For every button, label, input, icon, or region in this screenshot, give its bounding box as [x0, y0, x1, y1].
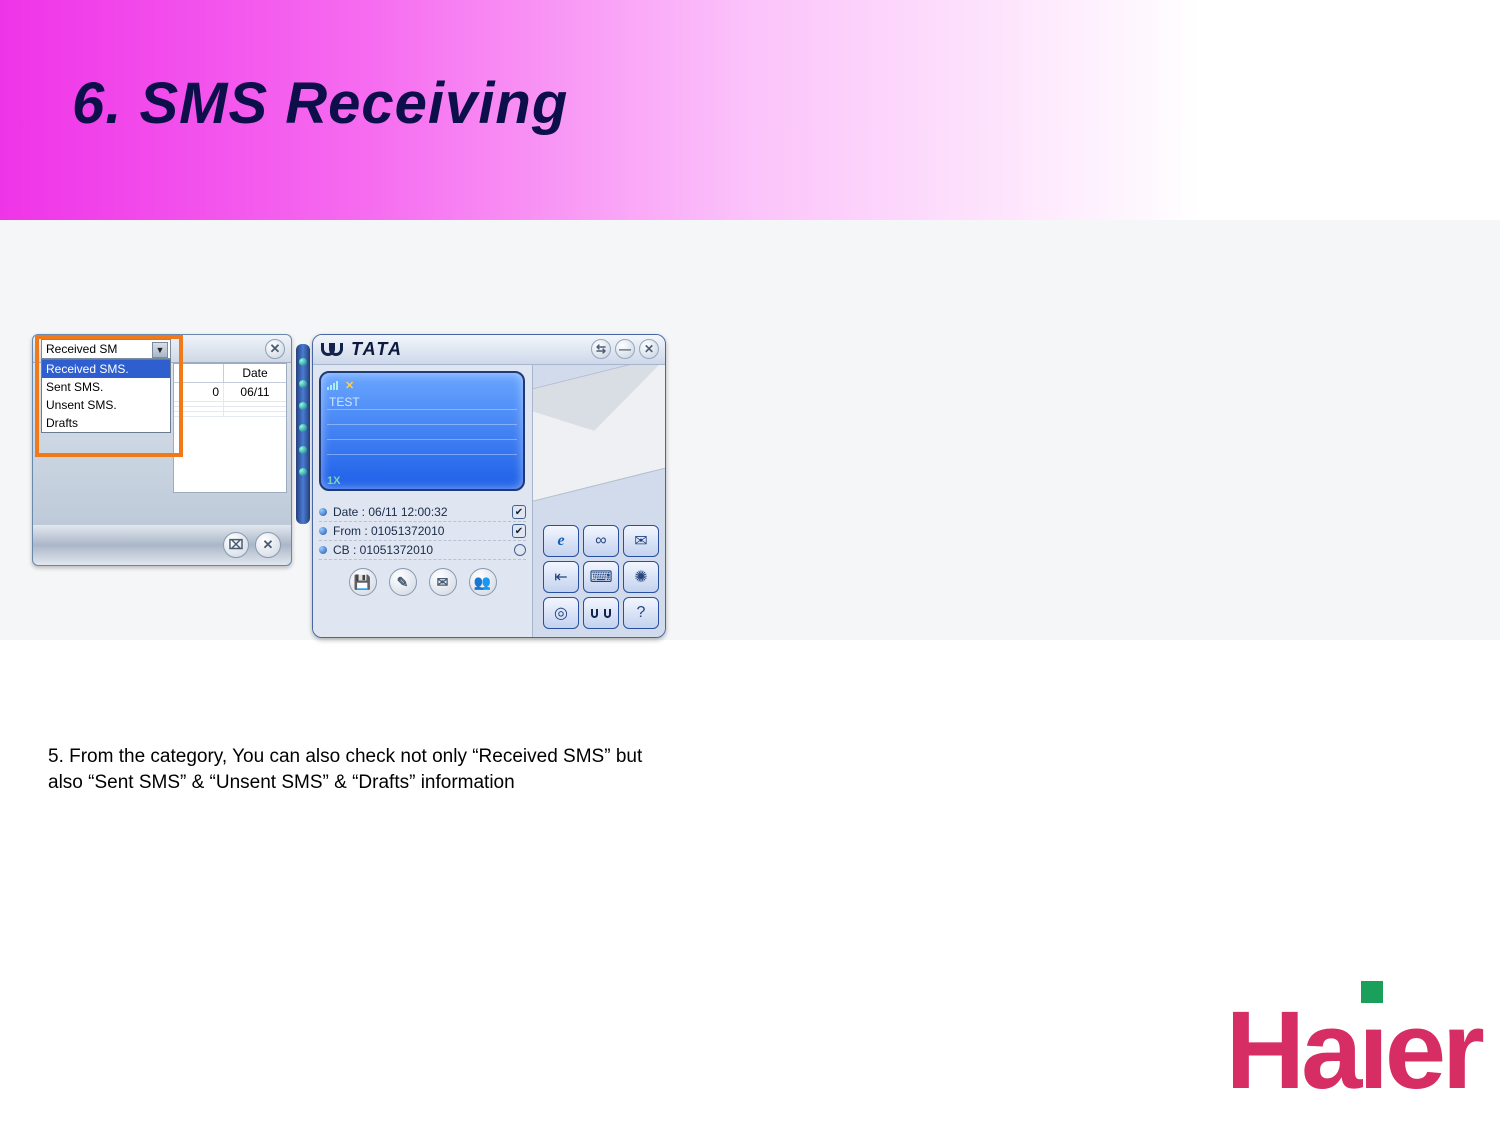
close-button[interactable]: ✕ [639, 339, 659, 359]
dock-dot[interactable] [299, 468, 307, 476]
bullet-icon [319, 527, 327, 535]
inbox-icon[interactable]: ⇤ [543, 561, 579, 593]
haier-logo: H a ı e r [1226, 987, 1500, 1114]
compose-icon[interactable]: ✉ [623, 525, 659, 557]
table-cell-date: 06/11 [224, 383, 286, 401]
bullet-icon [319, 546, 327, 554]
info-row-from: From : 01051372010 ✔ [319, 522, 526, 541]
table-row-empty [174, 412, 286, 417]
message-info-list: Date : 06/11 12:00:32 ✔ From : 010513720… [319, 503, 526, 560]
phone-app-main: ✕ TEST 1X Date : 06/11 12:00:32 ✔ From :… [313, 365, 533, 637]
antenna-off-icon: ✕ [345, 379, 354, 392]
checkbox-checked[interactable]: ✔ [512, 524, 526, 538]
minimize-button[interactable]: — [615, 339, 635, 359]
info-label: From : 01051372010 [333, 524, 506, 538]
haier-logo-h: H [1226, 987, 1301, 1114]
edit-button[interactable]: ✎ [389, 568, 417, 596]
haier-logo-r: r [1442, 987, 1500, 1114]
screen-message: TEST [329, 395, 360, 409]
dropdown-option-received[interactable]: Received SMS. [42, 360, 170, 378]
tata-logo-icon [321, 341, 343, 359]
category-dropdown[interactable]: Received SMS. Sent SMS. Unsent SMS. Draf… [41, 359, 171, 433]
connect-button[interactable]: ⇆ [591, 339, 611, 359]
sms-table: Date 0 06/11 [173, 363, 287, 493]
contact-icon: 👥 [474, 574, 491, 591]
page-title: 6. SMS Receiving [72, 70, 568, 137]
message-actions: 💾 ✎ ✉ 👥 [319, 568, 526, 596]
dock-dot[interactable] [299, 358, 307, 366]
dropdown-option-sent[interactable]: Sent SMS. [42, 378, 170, 396]
table-header-row: Date [174, 364, 286, 383]
delete-all-button[interactable]: ⌧ [223, 532, 249, 558]
dock-dot[interactable] [299, 446, 307, 454]
dock-dot[interactable] [299, 380, 307, 388]
category-combobox[interactable]: Received SM ▼ [41, 339, 171, 359]
camera-icon[interactable]: ◎ [543, 597, 579, 629]
chevron-down-icon[interactable]: ▼ [152, 342, 168, 358]
info-row-date: Date : 06/11 12:00:32 ✔ [319, 503, 526, 522]
dock-dot[interactable] [299, 424, 307, 432]
contact-button[interactable]: 👥 [469, 568, 497, 596]
phone-screen: ✕ TEST 1X [319, 371, 525, 491]
delete-icon: ✕ [263, 537, 274, 553]
tata-icon[interactable] [583, 597, 619, 629]
phone-app-titlebar: TATA ⇆ — ✕ [313, 335, 665, 365]
haier-logo-e: e [1385, 987, 1442, 1114]
app-launcher-grid: e ∞ ✉ ⇤ ⌨ ✺ ◎ ? [543, 525, 659, 629]
close-button[interactable]: ✕ [265, 339, 285, 359]
edit-icon: ✎ [397, 574, 409, 591]
table-header-blank [174, 364, 224, 382]
close-icon: ✕ [644, 342, 654, 356]
checkbox-checked[interactable]: ✔ [512, 505, 526, 519]
sms-category-footer: ⌧ ✕ [33, 525, 291, 565]
bullet-icon [319, 508, 327, 516]
haier-logo-a: a [1301, 987, 1358, 1114]
table-header-date: Date [224, 364, 286, 382]
category-combobox-value: Received SM [46, 342, 117, 356]
phone-app-sidebar: e ∞ ✉ ⇤ ⌨ ✺ ◎ ? [533, 365, 665, 637]
phone-app-window: TATA ⇆ — ✕ ✕ TEST 1X Date : 06/11 12:00:… [312, 334, 666, 638]
save-icon: 💾 [354, 574, 371, 591]
reply-icon: ✉ [437, 574, 449, 591]
minimize-icon: — [619, 342, 631, 356]
signal-icon [327, 380, 341, 390]
delete-button[interactable]: ✕ [255, 532, 281, 558]
delete-all-icon: ⌧ [229, 537, 244, 553]
dropdown-option-unsent[interactable]: Unsent SMS. [42, 396, 170, 414]
info-row-cb: CB : 01051372010 [319, 541, 526, 560]
info-label: Date : 06/11 12:00:32 [333, 505, 506, 519]
close-icon: ✕ [270, 341, 281, 357]
reply-button[interactable]: ✉ [429, 568, 457, 596]
haier-logo-i: ı [1358, 987, 1385, 1114]
info-label: CB : 01051372010 [333, 543, 508, 557]
internet-icon[interactable]: e [543, 525, 579, 557]
dock-dot[interactable] [299, 402, 307, 410]
keypad-icon[interactable]: ⌨ [583, 561, 619, 593]
call-log-icon[interactable]: ∞ [583, 525, 619, 557]
settings-icon[interactable]: ✺ [623, 561, 659, 593]
envelope-art [533, 365, 665, 505]
screen-network-mode: 1X [327, 475, 340, 487]
radio-unchecked[interactable] [514, 544, 526, 556]
table-cell-index: 0 [174, 383, 224, 401]
instruction-text: 5. From the category, You can also check… [48, 744, 648, 795]
help-icon[interactable]: ? [623, 597, 659, 629]
connect-icon: ⇆ [596, 342, 606, 356]
save-button[interactable]: 💾 [349, 568, 377, 596]
table-row[interactable]: 0 06/11 [174, 383, 286, 402]
dock-strip [296, 344, 310, 524]
dropdown-option-drafts[interactable]: Drafts [42, 414, 170, 432]
brand-label: TATA [351, 339, 403, 360]
sms-category-window: Received SM ▼ ✕ Received SMS. Sent SMS. … [32, 334, 292, 566]
